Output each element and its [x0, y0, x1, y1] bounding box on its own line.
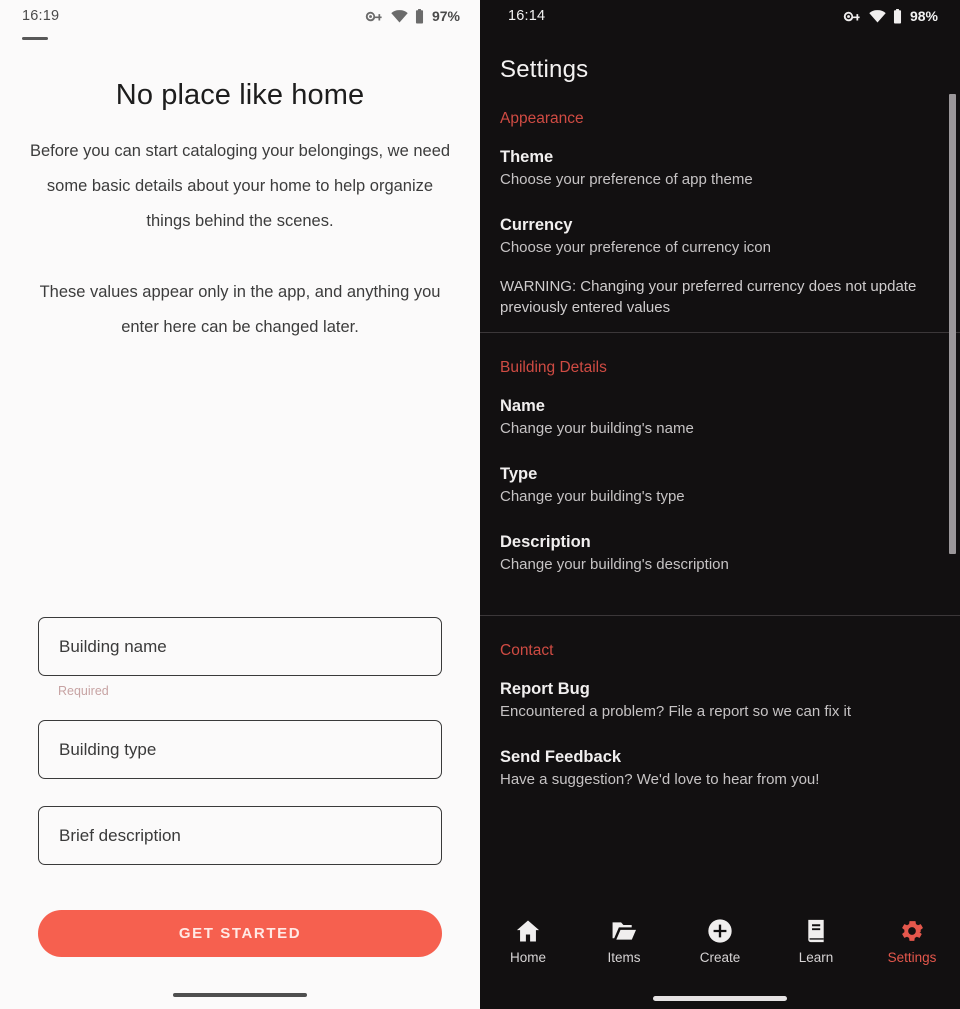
setting-subtitle: Change your building's type [500, 488, 685, 505]
status-time: 16:19 [22, 8, 60, 24]
building-name-input[interactable] [38, 617, 442, 676]
setting-row-report-bug[interactable]: Report Bug Encountered a problem? File a… [500, 680, 942, 722]
building-form: Required GET STARTED [0, 617, 480, 957]
gesture-bar-area-left [0, 957, 480, 1009]
setting-row-description[interactable]: Description Change your building's descr… [500, 533, 942, 575]
status-icons: 98% [843, 8, 938, 24]
wifi-icon [391, 9, 408, 23]
status-icons: 97% [365, 8, 460, 24]
nav-label: Items [607, 950, 641, 965]
setting-row-send-feedback[interactable]: Send Feedback Have a suggestion? We'd lo… [500, 748, 942, 790]
home-icon [516, 920, 540, 942]
setting-subtitle: Have a suggestion? We'd love to hear fro… [500, 771, 820, 788]
nav-item-items[interactable]: Items [576, 917, 672, 965]
building-type-input[interactable] [38, 720, 442, 779]
currency-warning-text: WARNING: Changing your preferred currenc… [500, 278, 917, 316]
nav-label: Settings [887, 950, 937, 965]
battery-percent: 97% [431, 8, 460, 24]
status-bar-left: 16:19 97% [0, 0, 480, 32]
page-title: No place like home [115, 79, 365, 111]
section-building-details: Building Details Name Change your buildi… [480, 333, 960, 615]
onboarding-screen: 16:19 97% No place like home Before you … [0, 0, 480, 1009]
setting-row-type[interactable]: Type Change your building's type [500, 465, 942, 507]
settings-screen: 16:14 98% Settings Appearance Theme Choo… [480, 0, 960, 1009]
book-icon [808, 919, 824, 943]
battery-icon [415, 8, 423, 24]
section-heading-appearance: Appearance [500, 110, 584, 127]
section-heading-building-details: Building Details [500, 359, 607, 376]
split-screenshot: 16:19 97% No place like home Before you … [0, 0, 960, 1009]
settings-title: Settings [500, 56, 589, 83]
settings-scroll-area[interactable]: Appearance Theme Choose your preference … [480, 84, 960, 909]
vpn-key-icon [843, 11, 860, 21]
setting-subtitle: Choose your preference of app theme [500, 171, 753, 188]
setting-title: Send Feedback [500, 748, 622, 766]
vpn-key-icon [365, 11, 382, 21]
wifi-icon [869, 9, 886, 23]
plus-circle-icon [708, 919, 732, 943]
building-name-helper: Required [58, 684, 109, 698]
status-time: 16:14 [508, 8, 546, 24]
nav-item-settings[interactable]: Settings [864, 917, 960, 965]
setting-subtitle: Change your building's name [500, 420, 694, 437]
home-indicator[interactable] [653, 995, 787, 1001]
battery-percent: 98% [909, 8, 938, 24]
nav-item-learn[interactable]: Learn [768, 917, 864, 965]
battery-icon [893, 8, 901, 24]
brief-description-input[interactable] [38, 806, 442, 865]
section-contact: Contact Report Bug Encountered a problem… [480, 616, 960, 790]
nav-label: Home [509, 950, 546, 965]
get-started-button[interactable]: GET STARTED [38, 910, 442, 957]
nav-item-home[interactable]: Home [480, 917, 576, 965]
form-spacer [38, 698, 442, 720]
setting-row-currency[interactable]: Currency Choose your preference of curre… [500, 216, 942, 258]
setting-subtitle: Choose your preference of currency icon [500, 239, 771, 256]
nav-label: Create [699, 950, 741, 965]
scrollbar-track[interactable] [949, 84, 958, 909]
setting-row-theme[interactable]: Theme Choose your preference of app them… [500, 148, 942, 190]
setting-title: Currency [500, 216, 573, 234]
onboarding-paragraph-2: These values appear only in the app, and… [39, 283, 441, 336]
home-indicator[interactable] [173, 992, 307, 997]
setting-title: Description [500, 533, 591, 551]
status-bar-right: 16:14 98% [480, 0, 960, 32]
section-heading-contact: Contact [500, 642, 554, 659]
nav-item-create[interactable]: Create [672, 917, 768, 965]
notification-dash-indicator [22, 37, 48, 40]
setting-title: Name [500, 397, 545, 415]
section-appearance: Appearance Theme Choose your preference … [480, 84, 960, 332]
setting-row-name[interactable]: Name Change your building's name [500, 397, 942, 439]
setting-title: Report Bug [500, 680, 590, 698]
folder-icon [612, 922, 637, 940]
setting-subtitle: Encountered a problem? File a report so … [500, 703, 852, 720]
setting-title: Theme [500, 148, 554, 166]
setting-title: Type [500, 465, 538, 483]
gesture-bar-area-right [480, 987, 960, 1009]
setting-subtitle: Change your building's description [500, 556, 729, 573]
bottom-navigation-bar: Home Items Create Learn Settings [480, 909, 960, 987]
nav-label: Learn [798, 950, 834, 965]
gear-icon [902, 921, 923, 941]
form-spacer [38, 779, 442, 806]
onboarding-paragraph-1: Before you can start cataloging your bel… [29, 142, 451, 230]
scrollbar-thumb[interactable] [949, 94, 956, 554]
